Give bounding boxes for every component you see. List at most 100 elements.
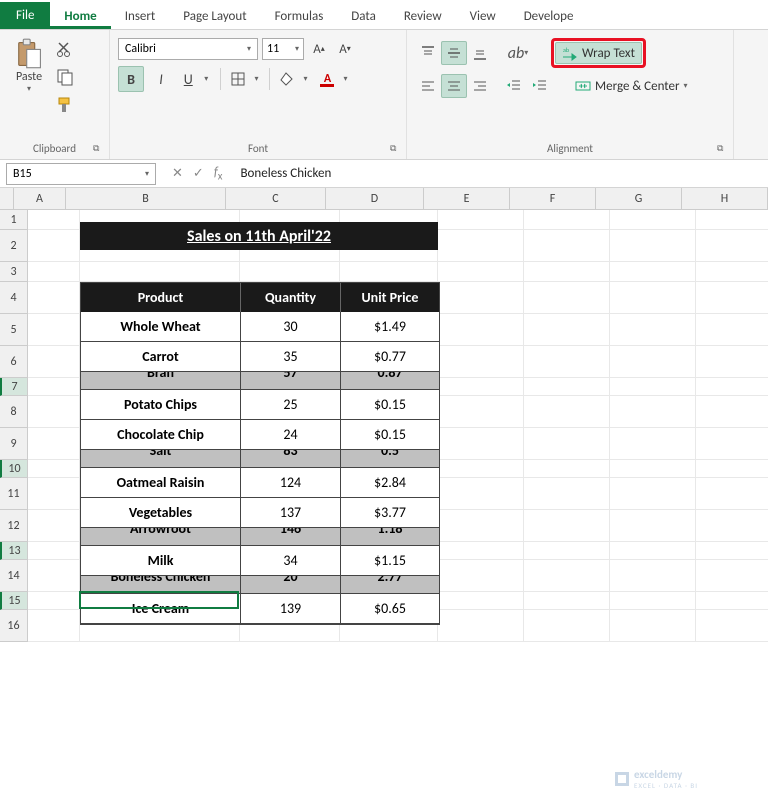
col-header-A[interactable]: A <box>14 188 66 210</box>
cell[interactable] <box>438 346 524 378</box>
tab-develope[interactable]: Develope <box>510 3 588 29</box>
cell[interactable] <box>28 542 80 560</box>
cell[interactable] <box>524 460 610 478</box>
cell[interactable] <box>524 230 610 262</box>
cell[interactable] <box>696 396 768 428</box>
cell[interactable] <box>610 428 696 460</box>
format-painter-icon[interactable] <box>56 96 74 114</box>
underline-button[interactable]: U▾ <box>178 66 214 92</box>
cell[interactable] <box>80 262 240 282</box>
cell[interactable] <box>524 396 610 428</box>
cell[interactable] <box>28 428 80 460</box>
table-row[interactable]: Carrot35$0.77 <box>81 342 439 372</box>
cell[interactable] <box>524 210 610 230</box>
cell[interactable] <box>524 510 610 542</box>
row-header-4[interactable]: 4 <box>0 282 28 314</box>
cell[interactable] <box>524 378 610 396</box>
align-left-icon[interactable] <box>415 74 441 98</box>
cell[interactable] <box>696 542 768 560</box>
align-middle-icon[interactable] <box>441 41 467 65</box>
table-row[interactable]: Salt830.5 <box>81 450 439 468</box>
copy-icon[interactable] <box>56 68 74 86</box>
cell[interactable] <box>524 542 610 560</box>
cell[interactable] <box>438 262 524 282</box>
fx-icon[interactable]: fx <box>214 165 223 183</box>
cancel-icon[interactable]: ✕ <box>172 166 183 181</box>
cell[interactable] <box>524 428 610 460</box>
col-header-C[interactable]: C <box>226 188 326 210</box>
cell[interactable] <box>438 230 524 262</box>
cell[interactable] <box>438 396 524 428</box>
cell[interactable] <box>28 230 80 262</box>
cell[interactable] <box>610 230 696 262</box>
row-header-7[interactable]: 7 <box>0 378 28 396</box>
row-header-1[interactable]: 1 <box>0 210 28 230</box>
cell[interactable] <box>610 610 696 642</box>
cell[interactable] <box>696 460 768 478</box>
table-row[interactable]: Potato Chips25$0.15 <box>81 390 439 420</box>
cell[interactable] <box>524 560 610 592</box>
cell[interactable] <box>696 378 768 396</box>
tab-insert[interactable]: Insert <box>111 3 170 29</box>
orientation-icon[interactable]: ab▾ <box>501 41 535 65</box>
row-header-12[interactable]: 12 <box>0 510 28 542</box>
table-row[interactable]: Milk34$1.15 <box>81 546 439 576</box>
tab-view[interactable]: View <box>456 3 510 29</box>
enter-icon[interactable]: ✓ <box>193 166 204 181</box>
table-row[interactable]: Bran570.87 <box>81 372 439 390</box>
bold-button[interactable]: B <box>118 66 144 92</box>
cell[interactable] <box>610 396 696 428</box>
cell[interactable] <box>28 460 80 478</box>
fill-color-button[interactable]: ▾ <box>276 66 312 92</box>
cell[interactable] <box>610 378 696 396</box>
cell[interactable] <box>610 262 696 282</box>
cell[interactable] <box>28 378 80 396</box>
cell[interactable] <box>524 610 610 642</box>
cell[interactable] <box>696 610 768 642</box>
cell[interactable] <box>438 510 524 542</box>
col-header-G[interactable]: G <box>596 188 682 210</box>
row-header-13[interactable]: 13 <box>0 542 28 560</box>
col-header-D[interactable]: D <box>326 188 424 210</box>
cell[interactable] <box>438 560 524 592</box>
cell[interactable] <box>696 314 768 346</box>
cell[interactable] <box>696 510 768 542</box>
cell[interactable] <box>610 460 696 478</box>
cell[interactable] <box>610 478 696 510</box>
cell[interactable] <box>696 428 768 460</box>
cell[interactable] <box>438 460 524 478</box>
row-header-11[interactable]: 11 <box>0 478 28 510</box>
dialog-launcher-icon[interactable]: ⧉ <box>390 143 402 155</box>
dialog-launcher-icon[interactable]: ⧉ <box>717 143 729 155</box>
cell[interactable] <box>696 282 768 314</box>
cell[interactable] <box>696 592 768 610</box>
row-header-3[interactable]: 3 <box>0 262 28 282</box>
cell[interactable] <box>696 346 768 378</box>
row-header-10[interactable]: 10 <box>0 460 28 478</box>
font-name-select[interactable]: Calibri▾ <box>118 38 258 60</box>
cell[interactable] <box>28 210 80 230</box>
align-right-icon[interactable] <box>467 74 493 98</box>
row-header-14[interactable]: 14 <box>0 560 28 592</box>
cell[interactable] <box>610 282 696 314</box>
tab-file[interactable]: File <box>0 2 50 29</box>
row-header-5[interactable]: 5 <box>0 314 28 346</box>
cell[interactable] <box>610 542 696 560</box>
cell[interactable] <box>438 478 524 510</box>
row-header-15[interactable]: 15 <box>0 592 28 610</box>
cell[interactable] <box>610 314 696 346</box>
table-row[interactable]: Chocolate Chip24$0.15 <box>81 420 439 450</box>
tab-formulas[interactable]: Formulas <box>261 3 338 29</box>
cell[interactable] <box>696 262 768 282</box>
cell[interactable] <box>28 282 80 314</box>
cell[interactable] <box>610 346 696 378</box>
row-header-16[interactable]: 16 <box>0 610 28 642</box>
tab-data[interactable]: Data <box>337 3 390 29</box>
dialog-launcher-icon[interactable]: ⧉ <box>93 143 105 155</box>
col-header-H[interactable]: H <box>682 188 768 210</box>
cell[interactable] <box>696 478 768 510</box>
cell[interactable] <box>28 478 80 510</box>
cell[interactable] <box>28 560 80 592</box>
cell[interactable] <box>610 560 696 592</box>
cells-area[interactable]: Sales on 11th April'22 Product Quantity … <box>28 210 768 642</box>
